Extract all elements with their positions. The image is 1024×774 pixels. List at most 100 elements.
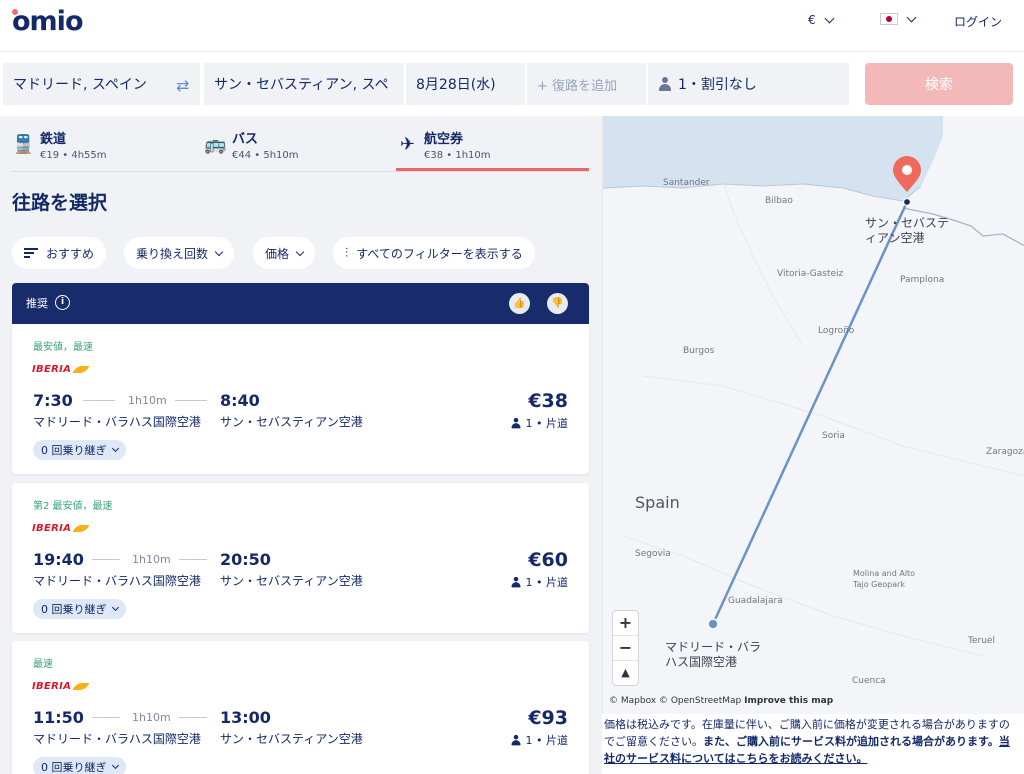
tab-flight-label: 航空券: [424, 132, 464, 147]
result-card[interactable]: 最速 IBERIA 11:50 1h10m 13:00 マドリード・バラハス国際…: [12, 641, 589, 774]
transfers-filter[interactable]: 乗り換え回数: [124, 237, 235, 269]
city-burgos: Burgos: [683, 346, 715, 356]
swap-icon[interactable]: ⇄: [176, 76, 189, 95]
departure-time: 19:40: [33, 550, 84, 569]
sort-label: おすすめ: [46, 246, 95, 261]
city-vitoria: Vitoria-Gasteiz: [777, 269, 844, 279]
origin-marker[interactable]: [707, 618, 719, 630]
transfers-toggle[interactable]: 0 回乗り継ぎ: [33, 757, 126, 774]
tab-bus-label: バス: [232, 132, 259, 147]
tab-flight-meta: €38 • 1h10m: [424, 150, 491, 161]
return-date-field[interactable]: + 復路を追加: [527, 63, 646, 105]
tab-bus[interactable]: 🚌 バス €44 • 5h10m: [204, 116, 394, 172]
city-segovia: Segovia: [635, 549, 671, 559]
route-line: [92, 717, 120, 718]
login-link[interactable]: ログイン: [954, 13, 1002, 30]
transfers-toggle[interactable]: 0 回乗り継ぎ: [33, 440, 126, 460]
omio-logo[interactable]: omio: [12, 6, 83, 37]
improve-map-link[interactable]: Improve this map: [744, 696, 833, 706]
airline-name: IBERIA: [32, 681, 72, 692]
page-title: 往路を選択: [12, 192, 108, 214]
city-guadalajara: Guadalajara: [728, 596, 783, 606]
route-line: [179, 717, 207, 718]
city-soria: Soria: [822, 431, 845, 441]
duration: 1h10m: [132, 711, 171, 724]
chevron-down-icon: [824, 13, 835, 23]
arrival-station: サン・セバスティアン空港: [220, 732, 363, 746]
departure-time: 7:30: [33, 391, 73, 410]
search-button[interactable]: 検索: [865, 63, 1013, 105]
selected-tab-indicator: [396, 168, 589, 171]
airline-name: IBERIA: [32, 523, 72, 534]
tab-flight[interactable]: ✈ 航空券 €38 • 1h10m: [396, 116, 589, 172]
city-zaragoza: Zaragoza: [986, 447, 1024, 457]
thumbs-down-icon[interactable]: 👎: [547, 293, 568, 314]
city-pamplona: Pamplona: [900, 275, 945, 285]
search-bar: マドリード, スペイン ⇄ サン・セバスティアン, スペ 8月28日(水) + …: [0, 52, 1024, 116]
region-boundary: [642, 375, 1024, 477]
map-attribution: © Mapbox © OpenStreetMap Improve this ma…: [609, 696, 833, 706]
passengers-field[interactable]: 1・割引なし: [648, 63, 849, 105]
plane-icon: ✈: [400, 134, 416, 155]
tab-bus-meta: €44 • 5h10m: [232, 150, 299, 161]
origin-label: マドリード・バラハス国際空港: [665, 640, 762, 669]
route-line: [179, 559, 207, 560]
travel-mode-tabs: 🚆 鉄道 €19 • 4h55m 🚌 バス €44 • 5h10m ✈ 航空券 …: [12, 116, 589, 172]
passenger-count: 1 • 片道: [525, 734, 568, 747]
result-badge: 最速: [33, 659, 53, 670]
iberia-logo: IBERIA: [32, 364, 90, 375]
city-cuenca: Cuenca: [852, 676, 886, 686]
currency-selector[interactable]: €: [808, 13, 835, 27]
destination-field[interactable]: サン・セバスティアン, スペ: [204, 63, 404, 105]
transfers-label: 0 回乗り継ぎ: [41, 444, 107, 457]
thumbs-up-icon[interactable]: 👍: [509, 293, 530, 314]
city-santander: Santander: [663, 178, 710, 188]
destination-dot: [902, 197, 912, 207]
passenger-count: 1 • 片道: [525, 576, 568, 589]
zoom-in-button[interactable]: +: [613, 611, 638, 636]
tab-train-label: 鉄道: [40, 132, 67, 147]
recommended-header: 推奨 i 👍 👎: [12, 283, 589, 324]
passenger-info: 1 • 片道: [509, 574, 568, 590]
result-card[interactable]: 第2 最安値，最速 IBERIA 19:40 1h10m 20:50 マドリード…: [12, 483, 589, 633]
arrival-time: 8:40: [220, 391, 260, 410]
person-icon: [510, 576, 521, 587]
disclaimer-bold: また、ご購入前にサービス料が追加される場合があります。: [703, 735, 999, 748]
attribution-text[interactable]: © Mapbox © OpenStreetMap: [609, 696, 741, 706]
price-disclaimer: 価格は税込みです。在庫量に伴い、ご購入前に価格が変更される場合がありますのでご留…: [604, 716, 1018, 767]
result-card[interactable]: 最安値，最速 IBERIA 7:30 1h10m 8:40 マドリード・バラハス…: [12, 324, 589, 474]
all-filters-button[interactable]: ⫶ すべてのフィルターを表示する: [333, 237, 535, 269]
train-icon: 🚆: [12, 134, 35, 155]
city-logrono: Logroño: [818, 326, 855, 336]
chevron-down-icon: [111, 444, 119, 453]
person-icon: [658, 76, 672, 92]
top-header: omio € ログイン: [0, 0, 1024, 52]
tab-train-meta: €19 • 4h55m: [40, 150, 107, 161]
sea-area: [603, 116, 943, 201]
passenger-info: 1 • 片道: [509, 732, 568, 748]
departure-station: マドリード・バラハス国際空港: [33, 732, 201, 746]
result-badge: 第2 最安値，最速: [33, 501, 113, 512]
route-line: [92, 559, 120, 560]
geopark-label: Molina and Alto Tajo Geopark: [853, 569, 916, 589]
sort-button[interactable]: おすすめ: [12, 237, 107, 269]
zoom-controls: + − ▲: [612, 610, 639, 686]
arrival-time: 13:00: [220, 708, 271, 727]
chevron-down-icon: [111, 603, 119, 612]
departure-station: マドリード・バラハス国際空港: [33, 415, 201, 429]
zoom-out-button[interactable]: −: [613, 636, 638, 661]
map-canvas: [603, 116, 1024, 657]
route-map[interactable]: Santander Bilbao Vitoria-Gasteiz Pamplon…: [602, 116, 1024, 714]
route-line: [175, 400, 207, 401]
transfers-toggle[interactable]: 0 回乗り継ぎ: [33, 599, 126, 619]
duration: 1h10m: [128, 394, 167, 407]
price-filter[interactable]: 価格: [253, 237, 316, 269]
date-field[interactable]: 8月28日(水): [406, 63, 525, 105]
tab-train[interactable]: 🚆 鉄道 €19 • 4h55m: [12, 116, 202, 172]
person-icon: [510, 417, 521, 428]
origin-field[interactable]: マドリード, スペイン: [3, 63, 200, 105]
info-icon[interactable]: i: [55, 295, 70, 310]
currency-label: €: [808, 13, 816, 27]
language-selector[interactable]: [880, 12, 917, 25]
compass-button[interactable]: ▲: [613, 661, 638, 686]
